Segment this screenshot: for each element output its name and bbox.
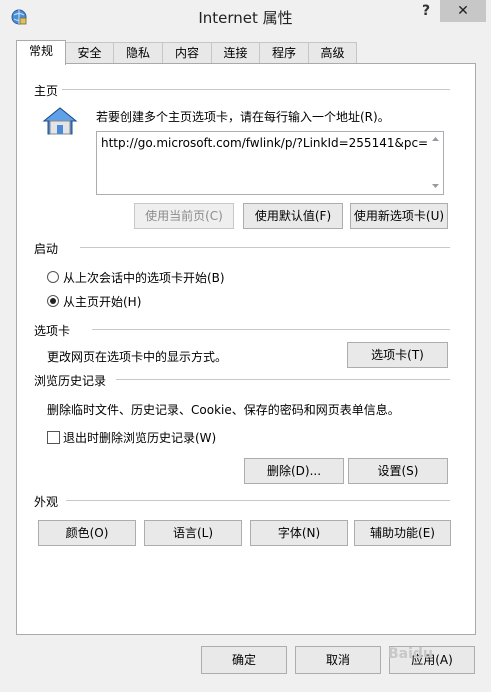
- cancel-button[interactable]: 取消: [295, 646, 381, 674]
- homepage-url-textarea[interactable]: http://go.microsoft.com/fwlink/p/?LinkId…: [96, 131, 444, 195]
- tabs-section-label: 选项卡: [34, 324, 71, 338]
- baidu-watermark: Baidu: [388, 646, 433, 662]
- tabs-separator: [92, 329, 450, 330]
- appearance-separator: [66, 500, 450, 501]
- home-icon: [42, 107, 78, 135]
- tab-privacy[interactable]: 隐私: [113, 42, 163, 64]
- close-button[interactable]: ✕: [440, 0, 486, 22]
- history-section-label: 浏览历史记录: [34, 374, 107, 388]
- use-current-button[interactable]: 使用当前页(C): [134, 203, 234, 229]
- homepage-separator: [62, 89, 450, 90]
- tab-connections[interactable]: 连接: [211, 42, 260, 64]
- homepage-section-label: 主页: [34, 84, 59, 98]
- startup-homepage-label[interactable]: 从主页开始(H): [63, 293, 141, 310]
- startup-last-session-label[interactable]: 从上次会话中的选项卡开始(B): [63, 269, 225, 286]
- help-button[interactable]: ?: [412, 0, 440, 22]
- accessibility-button[interactable]: 辅助功能(E): [354, 520, 451, 546]
- tab-security[interactable]: 安全: [65, 42, 114, 64]
- delete-on-exit-label[interactable]: 退出时删除浏览历史记录(W): [63, 429, 216, 446]
- fonts-button[interactable]: 字体(N): [250, 520, 348, 546]
- use-default-button[interactable]: 使用默认值(F): [243, 203, 343, 229]
- homepage-url-value: http://go.microsoft.com/fwlink/p/?LinkId…: [101, 136, 429, 150]
- delete-on-exit-checkbox[interactable]: [47, 431, 60, 444]
- appearance-section-label: 外观: [34, 495, 59, 509]
- colors-button[interactable]: 颜色(O): [38, 520, 136, 546]
- tab-advanced[interactable]: 高级: [308, 42, 357, 64]
- startup-section-label: 启动: [34, 242, 59, 256]
- use-new-tab-button[interactable]: 使用新选项卡(U): [350, 203, 448, 229]
- tabs-description: 更改网页在选项卡中的显示方式。: [47, 350, 228, 364]
- startup-homepage-radio[interactable]: [47, 295, 59, 307]
- history-separator: [116, 379, 450, 380]
- startup-separator: [80, 247, 450, 248]
- startup-last-session-radio[interactable]: [47, 271, 59, 283]
- history-settings-button[interactable]: 设置(S): [348, 458, 448, 484]
- delete-history-button[interactable]: 删除(D)...: [244, 458, 344, 484]
- languages-button[interactable]: 语言(L): [144, 520, 242, 546]
- homepage-instruction: 若要创建多个主页选项卡，请在每行输入一个地址(R)。: [96, 110, 390, 124]
- tab-programs[interactable]: 程序: [259, 42, 309, 64]
- textarea-scrollbar[interactable]: [428, 132, 443, 194]
- tab-general[interactable]: 常规: [16, 40, 66, 65]
- tab-content[interactable]: 内容: [162, 42, 212, 64]
- history-description: 删除临时文件、历史记录、Cookie、保存的密码和网页表单信息。: [47, 403, 400, 417]
- tabs-settings-button[interactable]: 选项卡(T): [347, 342, 448, 368]
- ok-button[interactable]: 确定: [201, 646, 287, 674]
- title-bar: Internet 属性 ? ✕: [0, 0, 491, 34]
